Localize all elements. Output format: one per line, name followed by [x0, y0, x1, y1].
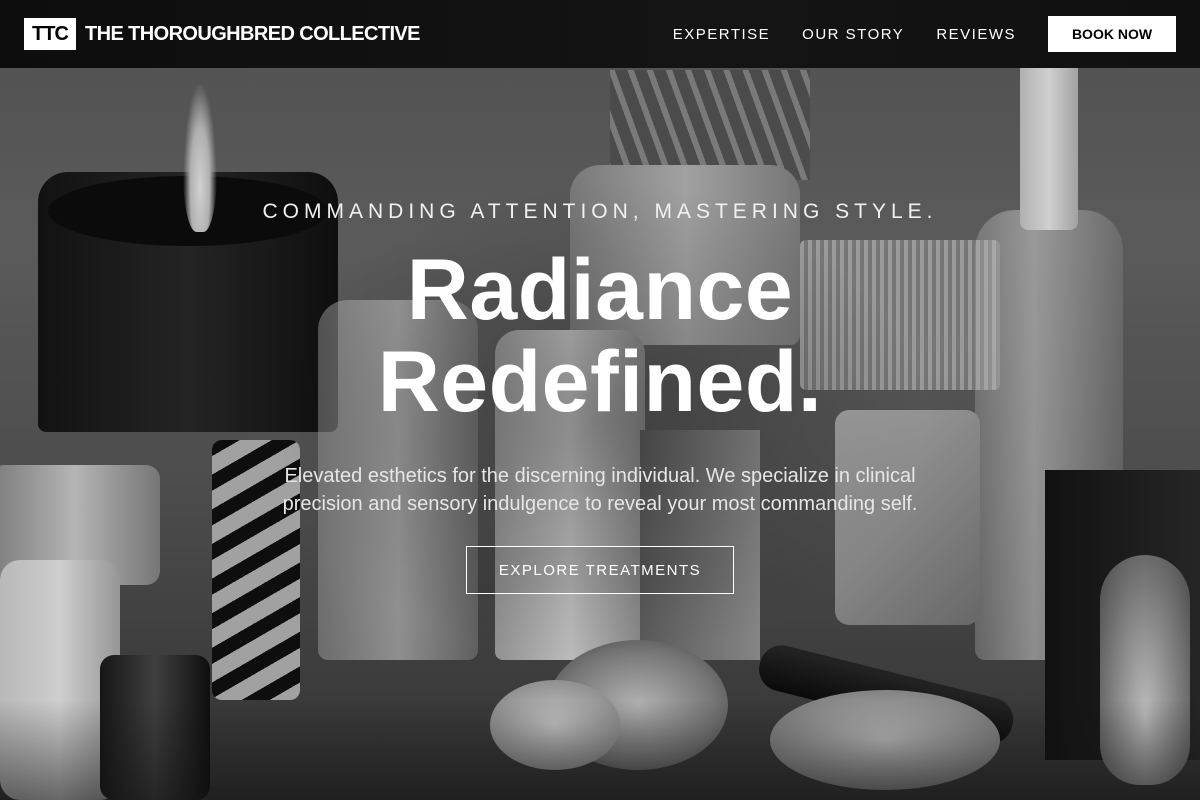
hero-subtext: Elevated esthetics for the discerning in… [282, 465, 918, 515]
book-now-button[interactable]: BOOK NOW [1048, 16, 1176, 52]
hero-headline-line-1: Radiance [406, 242, 794, 338]
top-navigation: TTC THE THOROUGHBRED COLLECTIVE EXPERTIS… [0, 0, 1200, 68]
nav-link-expertise[interactable]: EXPERTISE [673, 26, 770, 43]
nav-link-reviews[interactable]: REVIEWS [936, 26, 1016, 43]
logo-mark: TTC [24, 18, 76, 50]
brand-logo[interactable]: TTC THE THOROUGHBRED COLLECTIVE [24, 18, 421, 50]
explore-treatments-button[interactable]: EXPLORE TREATMENTS [466, 546, 734, 594]
hero-headline: Radiance Redefined. [0, 244, 1200, 428]
nav-links: EXPERTISE OUR STORY REVIEWS BOOK NOW [673, 16, 1176, 52]
brand-name: THE THOROUGHBRED COLLECTIVE [85, 22, 421, 45]
hero-eyebrow: COMMANDING ATTENTION, MASTERING STYLE. [262, 200, 938, 223]
nav-link-our-story[interactable]: OUR STORY [802, 26, 904, 43]
hero-headline-line-2: Redefined. [377, 334, 823, 430]
hero-content: COMMANDING ATTENTION, MASTERING STYLE. R… [0, 200, 1200, 594]
